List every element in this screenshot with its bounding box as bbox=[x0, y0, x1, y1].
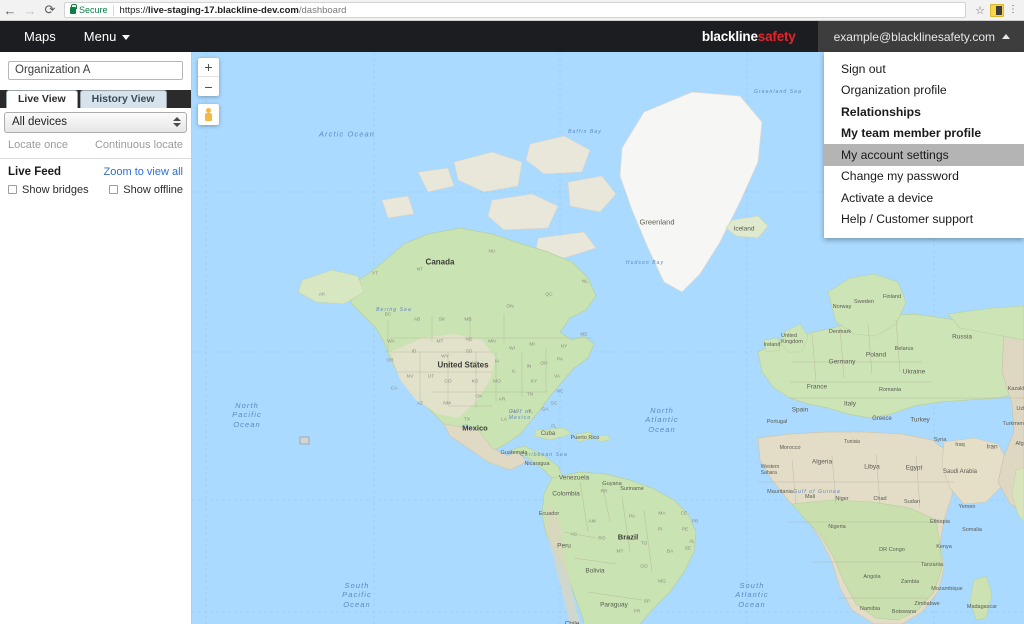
street-view-pegman-icon[interactable] bbox=[198, 104, 219, 125]
checkbox-box-icon bbox=[8, 185, 17, 194]
dropdown-item-sign-out[interactable]: Sign out bbox=[824, 58, 1024, 80]
dropdown-item-label: Relationships bbox=[841, 104, 921, 119]
show-offline-checkbox[interactable]: Show offline bbox=[109, 184, 183, 196]
pegman-figure bbox=[205, 108, 212, 121]
nav-menu-label: Menu bbox=[83, 29, 117, 44]
address-bar[interactable]: Secure https://live-staging-17.blackline… bbox=[64, 2, 966, 18]
zoom-out-button[interactable]: − bbox=[198, 77, 219, 96]
dropdown-item-my-account-settings[interactable]: My account settings bbox=[824, 144, 1024, 166]
show-offline-label: Show offline bbox=[123, 183, 183, 196]
lock-icon bbox=[70, 3, 77, 14]
reload-icon[interactable]: ⟳ bbox=[40, 0, 60, 20]
brand-logo: blacklinesafety bbox=[702, 29, 818, 44]
tab-history-view-label: History View bbox=[91, 93, 155, 105]
omnibox-separator bbox=[112, 4, 114, 16]
brand-logo-second: safety bbox=[757, 29, 796, 44]
dropdown-item-label: Help / Customer support bbox=[841, 212, 974, 227]
zoom-in-button[interactable]: + bbox=[198, 58, 219, 77]
device-filter-wrapper: All devices bbox=[0, 108, 191, 133]
tab-live-view-label: Live View bbox=[18, 93, 66, 105]
extension-icon[interactable] bbox=[990, 3, 1004, 17]
dropdown-item-change-my-password[interactable]: Change my password bbox=[824, 166, 1024, 188]
locate-once-button[interactable]: Locate once bbox=[8, 139, 68, 151]
map-device-marker bbox=[299, 436, 310, 445]
dropdown-item-my-team-member-profile[interactable]: My team member profile bbox=[824, 123, 1024, 145]
chevron-down-icon bbox=[122, 35, 131, 40]
continuous-locate-button[interactable]: Continuous locate bbox=[95, 139, 183, 151]
kebab-menu-icon[interactable]: ⋮ bbox=[1006, 5, 1020, 14]
dropdown-item-label: Sign out bbox=[841, 61, 886, 76]
url-text: https://live-staging-17.blackline-dev.co… bbox=[120, 5, 347, 16]
dropdown-item-label: Activate a device bbox=[841, 190, 934, 205]
nav-maps-label: Maps bbox=[24, 29, 56, 44]
spinner-arrows-icon bbox=[173, 117, 181, 127]
dropdown-item-label: My account settings bbox=[841, 147, 949, 162]
url-domain: live-staging-17.blackline-dev.com bbox=[148, 4, 299, 16]
show-bridges-checkbox[interactable]: Show bridges bbox=[8, 184, 89, 196]
dropdown-item-label: Change my password bbox=[841, 169, 959, 184]
forward-arrow-icon: → bbox=[23, 2, 37, 18]
star-icon[interactable]: ☆ bbox=[972, 4, 988, 17]
app-header: Maps Menu blacklinesafety example@blackl… bbox=[0, 21, 1024, 52]
user-account-dropdown: Sign out Organization profile Relationship… bbox=[824, 52, 1024, 238]
browser-chrome: ← → ⟳ Secure https://live-staging-17.bla… bbox=[0, 0, 1024, 21]
zoom-control-group: + − bbox=[198, 58, 219, 96]
checkbox-box-icon bbox=[109, 185, 119, 194]
map-controls: + − bbox=[198, 58, 219, 125]
tab-live-view[interactable]: Live View bbox=[6, 89, 78, 108]
locate-actions-row: Locate once Continuous locate bbox=[0, 133, 191, 159]
live-feed-header: Live Feed Zoom to view all bbox=[0, 159, 191, 180]
show-bridges-label: Show bridges bbox=[22, 183, 89, 196]
tab-history-view[interactable]: History View bbox=[79, 89, 167, 108]
zoom-to-view-all-link[interactable]: Zoom to view all bbox=[104, 166, 183, 178]
dropdown-item-activate-a-device[interactable]: Activate a device bbox=[824, 187, 1024, 209]
dropdown-item-help-customer-support[interactable]: Help / Customer support bbox=[824, 209, 1024, 231]
brand-logo-first: blackline bbox=[701, 29, 758, 44]
dropdown-item-label: Organization profile bbox=[841, 83, 947, 98]
user-menu-button[interactable]: example@blacklinesafety.com bbox=[817, 21, 1024, 52]
live-feed-filters: Show bridges Show offline bbox=[0, 180, 191, 196]
organization-field-wrapper bbox=[0, 52, 191, 80]
live-feed-title: Live Feed bbox=[8, 165, 62, 178]
device-filter-select[interactable]: All devices bbox=[4, 111, 187, 133]
user-email-label: example@blacklinesafety.com bbox=[833, 29, 995, 44]
nav-item-maps[interactable]: Maps bbox=[10, 21, 70, 52]
secure-label: Secure bbox=[79, 5, 108, 15]
view-tabstrip: Live View History View bbox=[0, 89, 191, 108]
url-path: /dashboard bbox=[298, 4, 347, 16]
chevron-up-icon bbox=[1002, 33, 1010, 39]
organization-input[interactable] bbox=[8, 60, 183, 80]
dropdown-item-relationships[interactable]: Relationships bbox=[824, 101, 1024, 123]
dropdown-item-organization-profile[interactable]: Organization profile bbox=[824, 80, 1024, 102]
back-arrow-icon[interactable]: ← bbox=[0, 0, 20, 20]
nav-item-menu[interactable]: Menu bbox=[70, 21, 145, 52]
dropdown-item-label: My team member profile bbox=[841, 126, 982, 141]
chrome-right-controls: ☆ ⋮ bbox=[972, 3, 1024, 17]
device-filter-value: All devices bbox=[12, 116, 67, 128]
url-scheme: https:// bbox=[119, 4, 149, 16]
left-sidebar: Live View History View All devices Locat… bbox=[0, 52, 192, 624]
